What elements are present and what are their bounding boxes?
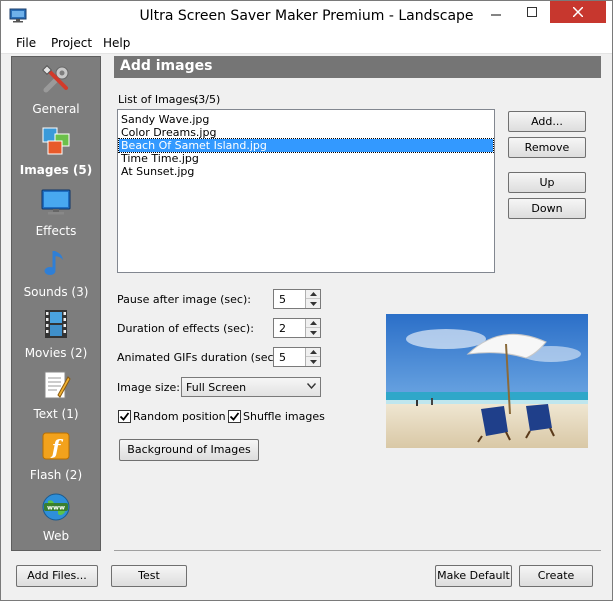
sidebar-item-label: Sounds (3) xyxy=(23,285,89,299)
sidebar: General Images (5) Effects Sounds (3) Mo… xyxy=(11,56,101,551)
random-position-label[interactable]: Random position xyxy=(133,410,226,423)
sidebar-item-text[interactable]: Text (1) xyxy=(12,364,100,425)
chevron-up-icon[interactable] xyxy=(306,290,320,299)
add-button[interactable]: Add... xyxy=(508,111,586,132)
down-button[interactable]: Down xyxy=(508,198,586,219)
duration-stepper[interactable]: 2 xyxy=(273,318,321,338)
duration-value: 2 xyxy=(279,322,286,335)
maximize-button[interactable] xyxy=(514,1,550,23)
maximize-icon xyxy=(527,7,537,17)
close-button[interactable] xyxy=(550,1,606,23)
menu-help[interactable]: Help xyxy=(103,36,130,50)
images-icon xyxy=(42,127,70,155)
sidebar-item-effects[interactable]: Effects xyxy=(12,181,100,242)
stepper-arrows[interactable] xyxy=(305,319,320,337)
gif-duration-stepper[interactable]: 5 xyxy=(273,347,321,367)
sidebar-item-web[interactable]: www Web xyxy=(12,486,100,547)
flash-icon: f xyxy=(42,432,70,460)
title-bar: Ultra Screen Saver Maker Premium - Lands… xyxy=(1,1,612,32)
chevron-up-icon[interactable] xyxy=(306,348,320,357)
image-size-value: Full Screen xyxy=(186,381,247,394)
close-icon xyxy=(573,7,583,17)
sidebar-item-label: Movies (2) xyxy=(24,346,88,360)
create-button[interactable]: Create xyxy=(519,565,593,587)
stepper-arrows[interactable] xyxy=(305,290,320,308)
image-size-label: Image size: xyxy=(117,381,180,394)
film-icon xyxy=(45,310,67,338)
menu-project[interactable]: Project xyxy=(51,36,92,50)
sidebar-item-general[interactable]: General xyxy=(12,59,100,120)
test-button[interactable]: Test xyxy=(111,565,187,587)
pause-value: 5 xyxy=(279,293,286,306)
minimize-button[interactable] xyxy=(478,1,514,23)
sidebar-item-label: Text (1) xyxy=(33,407,79,421)
sidebar-item-flash[interactable]: f Flash (2) xyxy=(12,425,100,486)
document-icon xyxy=(44,371,71,399)
list-item-selected[interactable]: Beach Of Samet Island.jpg xyxy=(118,138,494,153)
chevron-down-icon xyxy=(307,383,316,389)
remove-button[interactable]: Remove xyxy=(508,137,586,158)
chevron-down-icon[interactable] xyxy=(306,357,320,366)
add-files-button[interactable]: Add Files... xyxy=(16,565,98,587)
monitor-icon xyxy=(41,189,71,215)
sidebar-item-movies[interactable]: Movies (2) xyxy=(12,303,100,364)
sidebar-item-label: Flash (2) xyxy=(29,468,83,482)
section-header: Add images xyxy=(114,56,601,78)
footer-divider xyxy=(114,550,601,551)
chevron-down-icon[interactable] xyxy=(306,299,320,308)
background-of-images-button[interactable]: Background of Images xyxy=(119,439,259,461)
images-listbox[interactable]: Sandy Wave.jpg Color Dreams.jpg Beach Of… xyxy=(117,109,495,273)
list-item[interactable]: At Sunset.jpg xyxy=(119,165,493,178)
checkmark-icon xyxy=(119,412,130,421)
chevron-down-icon[interactable] xyxy=(306,328,320,337)
menu-bar: File Project Help xyxy=(1,32,612,54)
sidebar-item-label: Effects xyxy=(35,224,77,238)
stepper-arrows[interactable] xyxy=(305,348,320,366)
menu-file[interactable]: File xyxy=(16,36,36,50)
pause-label: Pause after image (sec): xyxy=(117,293,251,306)
sidebar-item-label: General xyxy=(32,102,80,116)
image-preview xyxy=(386,314,588,448)
list-item[interactable]: Time Time.jpg xyxy=(119,152,493,165)
shuffle-images-checkbox[interactable] xyxy=(228,410,241,423)
sidebar-item-label: Images (5) xyxy=(19,163,93,177)
sidebar-item-images[interactable]: Images (5) xyxy=(12,120,100,181)
list-item[interactable]: Sandy Wave.jpg xyxy=(119,113,493,126)
list-item[interactable]: Color Dreams.jpg xyxy=(119,126,493,139)
list-label: List of Images: xyxy=(118,93,199,106)
gif-duration-label: Animated GIFs duration (sec): xyxy=(117,351,282,364)
minimize-icon xyxy=(491,14,501,16)
svg-text:www: www xyxy=(47,504,65,512)
list-count: (3/5) xyxy=(194,93,221,106)
checkmark-icon xyxy=(229,412,240,421)
gif-duration-value: 5 xyxy=(279,351,286,364)
sidebar-item-sounds[interactable]: Sounds (3) xyxy=(12,242,100,303)
chevron-up-icon[interactable] xyxy=(306,319,320,328)
globe-icon: www xyxy=(42,493,70,521)
duration-label: Duration of effects (sec): xyxy=(117,322,254,335)
pause-stepper[interactable]: 5 xyxy=(273,289,321,309)
app-window: Ultra Screen Saver Maker Premium - Lands… xyxy=(0,0,613,601)
section-title: Add images xyxy=(120,58,213,74)
music-note-icon xyxy=(44,251,63,275)
image-size-select[interactable]: Full Screen xyxy=(181,377,321,397)
up-button[interactable]: Up xyxy=(508,172,586,193)
make-default-button[interactable]: Make Default xyxy=(435,565,512,587)
random-position-checkbox[interactable] xyxy=(118,410,131,423)
shuffle-images-label[interactable]: Shuffle images xyxy=(243,410,325,423)
sidebar-item-label: Web xyxy=(42,529,70,543)
tools-icon xyxy=(42,65,69,93)
